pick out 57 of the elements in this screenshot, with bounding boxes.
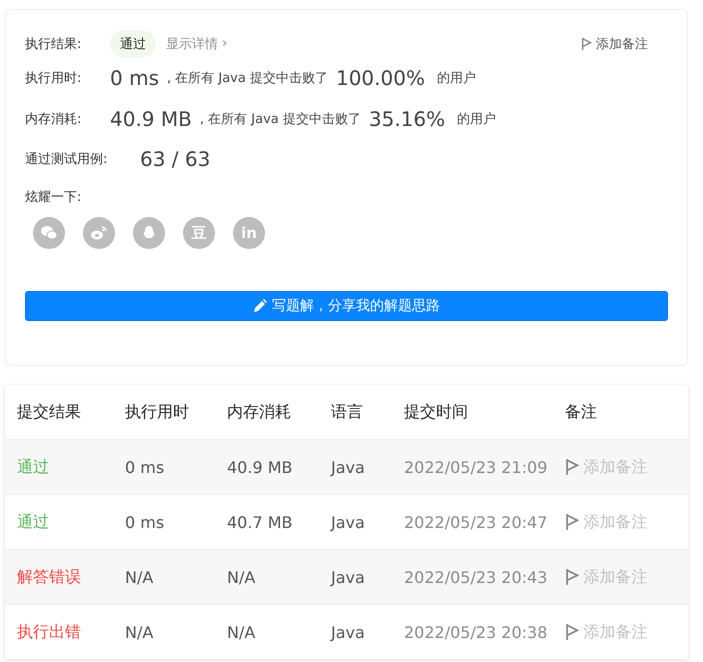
field-label: 通过测试用例:: [25, 151, 108, 168]
status-text: 通过: [17, 456, 50, 478]
details-link[interactable]: 显示详情 ›: [166, 34, 228, 52]
add-note-button[interactable]: 添加备注: [580, 34, 648, 52]
suffix-text: 的用户: [457, 110, 496, 128]
column-header: 语言: [331, 402, 364, 422]
share-button[interactable]: 豆: [183, 217, 215, 249]
table-cell-text: 2022/05/23 20:38: [404, 622, 548, 642]
status-text: 解答错误: [17, 566, 82, 588]
table-cell-text: N/A: [227, 568, 256, 586]
column-header: 执行用时: [125, 402, 190, 422]
table-cell-text: 0 ms: [125, 458, 166, 476]
swirl-icon[interactable]: [83, 217, 115, 249]
table-cell-text: N/A: [125, 568, 154, 586]
table-cell-text: Java: [331, 458, 366, 476]
flag-icon: [565, 623, 580, 641]
field-label: 内存消耗:: [25, 110, 82, 128]
flag-icon: [565, 568, 580, 586]
add-note-button[interactable]: 添加备注: [565, 512, 688, 532]
table-cell-text: N/A: [125, 622, 154, 642]
share-button[interactable]: in: [233, 217, 265, 249]
table-cell-text: Java: [331, 512, 366, 532]
table-cell-text: Java: [331, 622, 366, 642]
share-label: 炫耀一下:: [25, 189, 82, 206]
comparison-text: , 在所有 Java 提交中击败了: [200, 110, 361, 128]
write-solution-button[interactable]: 写题解，分享我的解题思路: [25, 291, 668, 321]
field-label: 执行结果:: [25, 36, 82, 52]
table-cell-text: 2022/05/23 20:47: [404, 512, 548, 532]
add-note-button[interactable]: 添加备注: [565, 622, 688, 642]
percent-value: 100.00%: [336, 66, 425, 90]
column-header: 备注: [565, 402, 598, 422]
table-cell-text: 40.9 MB: [227, 458, 294, 476]
column-header: 提交结果: [17, 402, 82, 422]
table-cell-text: Java: [331, 568, 366, 586]
metric-value: 40.9 MB: [110, 106, 192, 130]
pencil-icon: [253, 299, 267, 313]
status-text: 执行出错: [17, 622, 82, 642]
flag-icon: [580, 36, 592, 50]
percent-value: 35.16%: [368, 106, 446, 130]
table-cell-text: 2022/05/23 20:43: [404, 568, 548, 586]
field-label: 执行用时:: [25, 70, 82, 86]
flag-icon: [565, 513, 580, 531]
flag-icon: [565, 458, 580, 476]
metric-value: 0 ms: [110, 66, 159, 90]
penguin-icon[interactable]: [133, 217, 165, 249]
table-cell-text: 0 ms: [125, 512, 166, 532]
table-cell-text: 2022/05/23 21:09: [404, 458, 548, 476]
testcase-count: 63 / 63: [140, 147, 210, 171]
comparison-text: , 在所有 Java 提交中击败了: [166, 70, 328, 86]
table-cell-text: N/A: [227, 622, 256, 642]
suffix-text: 的用户: [436, 70, 476, 86]
column-header: 内存消耗: [227, 402, 292, 422]
status-text: 通过: [17, 512, 50, 532]
table-cell-text: 40.7 MB: [227, 512, 294, 532]
chat-icon[interactable]: [33, 217, 65, 249]
status-badge: 通过: [110, 30, 156, 58]
column-header: 提交时间: [404, 402, 469, 422]
